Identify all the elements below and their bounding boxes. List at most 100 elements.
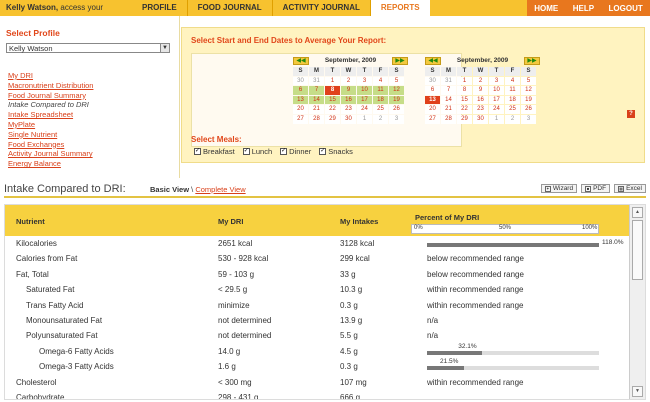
calendar-day[interactable]: 17 [357,95,372,105]
meal-snacks[interactable]: ✓ Snacks [319,147,353,156]
checkbox[interactable]: ✓ [242,148,250,155]
tab-reports[interactable]: REPORTS [370,0,430,16]
meal-breakfast[interactable]: ✓ Breakfast [194,147,235,156]
calendar-day[interactable]: 7 [309,86,324,95]
help-link[interactable]: HELP [573,4,594,13]
calendar-day[interactable]: 15 [457,95,472,105]
calendar-day[interactable]: 1 [357,114,372,124]
scroll-up-icon[interactable]: ▲ [632,207,643,218]
sidebar-link[interactable]: Intake Spreadsheet [8,110,93,120]
sidebar-link[interactable]: Activity Journal Summary [8,149,93,159]
calendar-day[interactable]: 8 [325,86,340,95]
calendar-day[interactable]: 14 [309,95,324,105]
calendar-day[interactable]: 5 [389,76,404,86]
calendar-day[interactable]: 11 [373,86,388,95]
tab-activity-journal[interactable]: ACTIVITY JOURNAL [273,0,371,16]
calendar-day[interactable]: 31 [309,76,324,86]
meal-dinner[interactable]: ✓ Dinner [280,147,311,156]
calendar-day[interactable]: 3 [521,114,536,124]
calendar-day[interactable]: 15 [325,95,340,105]
calendar-day[interactable]: 18 [373,95,388,105]
sidebar-link[interactable]: Food Exchanges [8,140,93,150]
sidebar-link[interactable]: Energy Balance [8,159,93,169]
scroll-thumb[interactable] [632,220,643,280]
calendar-day[interactable]: 7 [441,86,456,95]
calendar-day[interactable]: 30 [341,114,356,124]
sidebar-link[interactable]: Single Nutrient [8,130,93,140]
prev-month-icon[interactable]: ◀◀ [293,56,309,65]
calendar-day[interactable]: 28 [309,114,324,124]
calendar-day[interactable]: 25 [505,105,520,114]
calendar-day[interactable]: 2 [473,76,488,86]
calendar-day[interactable]: 19 [521,95,536,105]
profile-select[interactable]: Kelly Watson ▼ [6,43,170,53]
tab-food-journal[interactable]: FOOD JOURNAL [188,0,273,16]
calendar-day[interactable]: 19 [389,95,404,105]
sidebar-link[interactable]: Food Journal Summary [8,91,93,101]
calendar-day[interactable]: 9 [473,86,488,95]
calendar-day[interactable]: 5 [521,76,536,86]
next-month-icon[interactable]: ▶▶ [392,56,408,65]
logout-link[interactable]: LOGOUT [609,4,643,13]
sidebar-link[interactable]: My DRI [8,71,93,81]
tab-profile[interactable]: PROFILE [132,0,188,16]
calendar-day[interactable]: 26 [389,105,404,114]
calendar-day[interactable]: 17 [489,95,504,105]
checkbox[interactable]: ✓ [319,148,327,155]
calendar-day[interactable]: 3 [489,76,504,86]
calendar-day[interactable]: 25 [373,105,388,114]
calendar-day[interactable]: 28 [441,114,456,124]
calendar-day[interactable]: 4 [505,76,520,86]
calendar-day[interactable]: 3 [389,114,404,124]
calendar-day[interactable]: 29 [325,114,340,124]
help-icon[interactable]: ? [627,110,635,118]
prev-month-icon[interactable]: ◀◀ [425,56,441,65]
calendar-day[interactable]: 27 [293,114,308,124]
calendar-day[interactable]: 26 [521,105,536,114]
calendar-day[interactable]: 30 [293,76,308,86]
calendar-day[interactable]: 31 [441,76,456,86]
calendar-day[interactable]: 10 [489,86,504,95]
complete-view-link[interactable]: Complete View [195,185,245,194]
calendar-day[interactable]: 30 [473,114,488,124]
calendar-day[interactable]: 20 [293,105,308,114]
next-month-icon[interactable]: ▶▶ [524,56,540,65]
calendar-day[interactable]: 2 [505,114,520,124]
chevron-down-icon[interactable]: ▼ [160,44,169,52]
calendar-day[interactable]: 9 [341,86,356,95]
checkbox[interactable]: ✓ [194,148,201,155]
calendar-day[interactable]: 22 [457,105,472,114]
calendar-day[interactable]: 24 [357,105,372,114]
checkbox[interactable]: ✓ [280,148,288,155]
calendar-day[interactable]: 21 [309,105,324,114]
calendar-day[interactable]: 13 [293,95,308,105]
calendar-day[interactable]: 27 [425,114,440,124]
sidebar-link[interactable]: Macronutrient Distribution [8,81,93,91]
calendar-day[interactable]: 10 [357,86,372,95]
calendar-day[interactable]: 13 [425,95,440,105]
calendar-day[interactable]: 6 [293,86,308,95]
pdf-button[interactable]: ■ PDF [581,184,611,193]
calendar-day[interactable]: 2 [341,76,356,86]
calendar-day[interactable]: 3 [357,76,372,86]
calendar-day[interactable]: 18 [505,95,520,105]
calendar-day[interactable]: 6 [425,86,440,95]
calendar-day[interactable]: 24 [489,105,504,114]
calendar-day[interactable]: 2 [373,114,388,124]
wizard-button[interactable]: ✦ Wizard [540,184,578,193]
calendar-day[interactable]: 1 [489,114,504,124]
calendar-day[interactable]: 23 [341,105,356,114]
calendar-day[interactable]: 29 [457,114,472,124]
calendar-day[interactable]: 8 [457,86,472,95]
calendar-day[interactable]: 21 [441,105,456,114]
calendar-day[interactable]: 1 [457,76,472,86]
scroll-down-icon[interactable]: ▼ [632,386,643,397]
calendar-day[interactable]: 12 [521,86,536,95]
calendar-day[interactable]: 4 [373,76,388,86]
calendar-day[interactable]: 12 [389,86,404,95]
meal-lunch[interactable]: ✓ Lunch [242,147,272,156]
calendar-day[interactable]: 22 [325,105,340,114]
calendar-day[interactable]: 30 [425,76,440,86]
calendar-day[interactable]: 1 [325,76,340,86]
calendar-day[interactable]: 20 [425,105,440,114]
